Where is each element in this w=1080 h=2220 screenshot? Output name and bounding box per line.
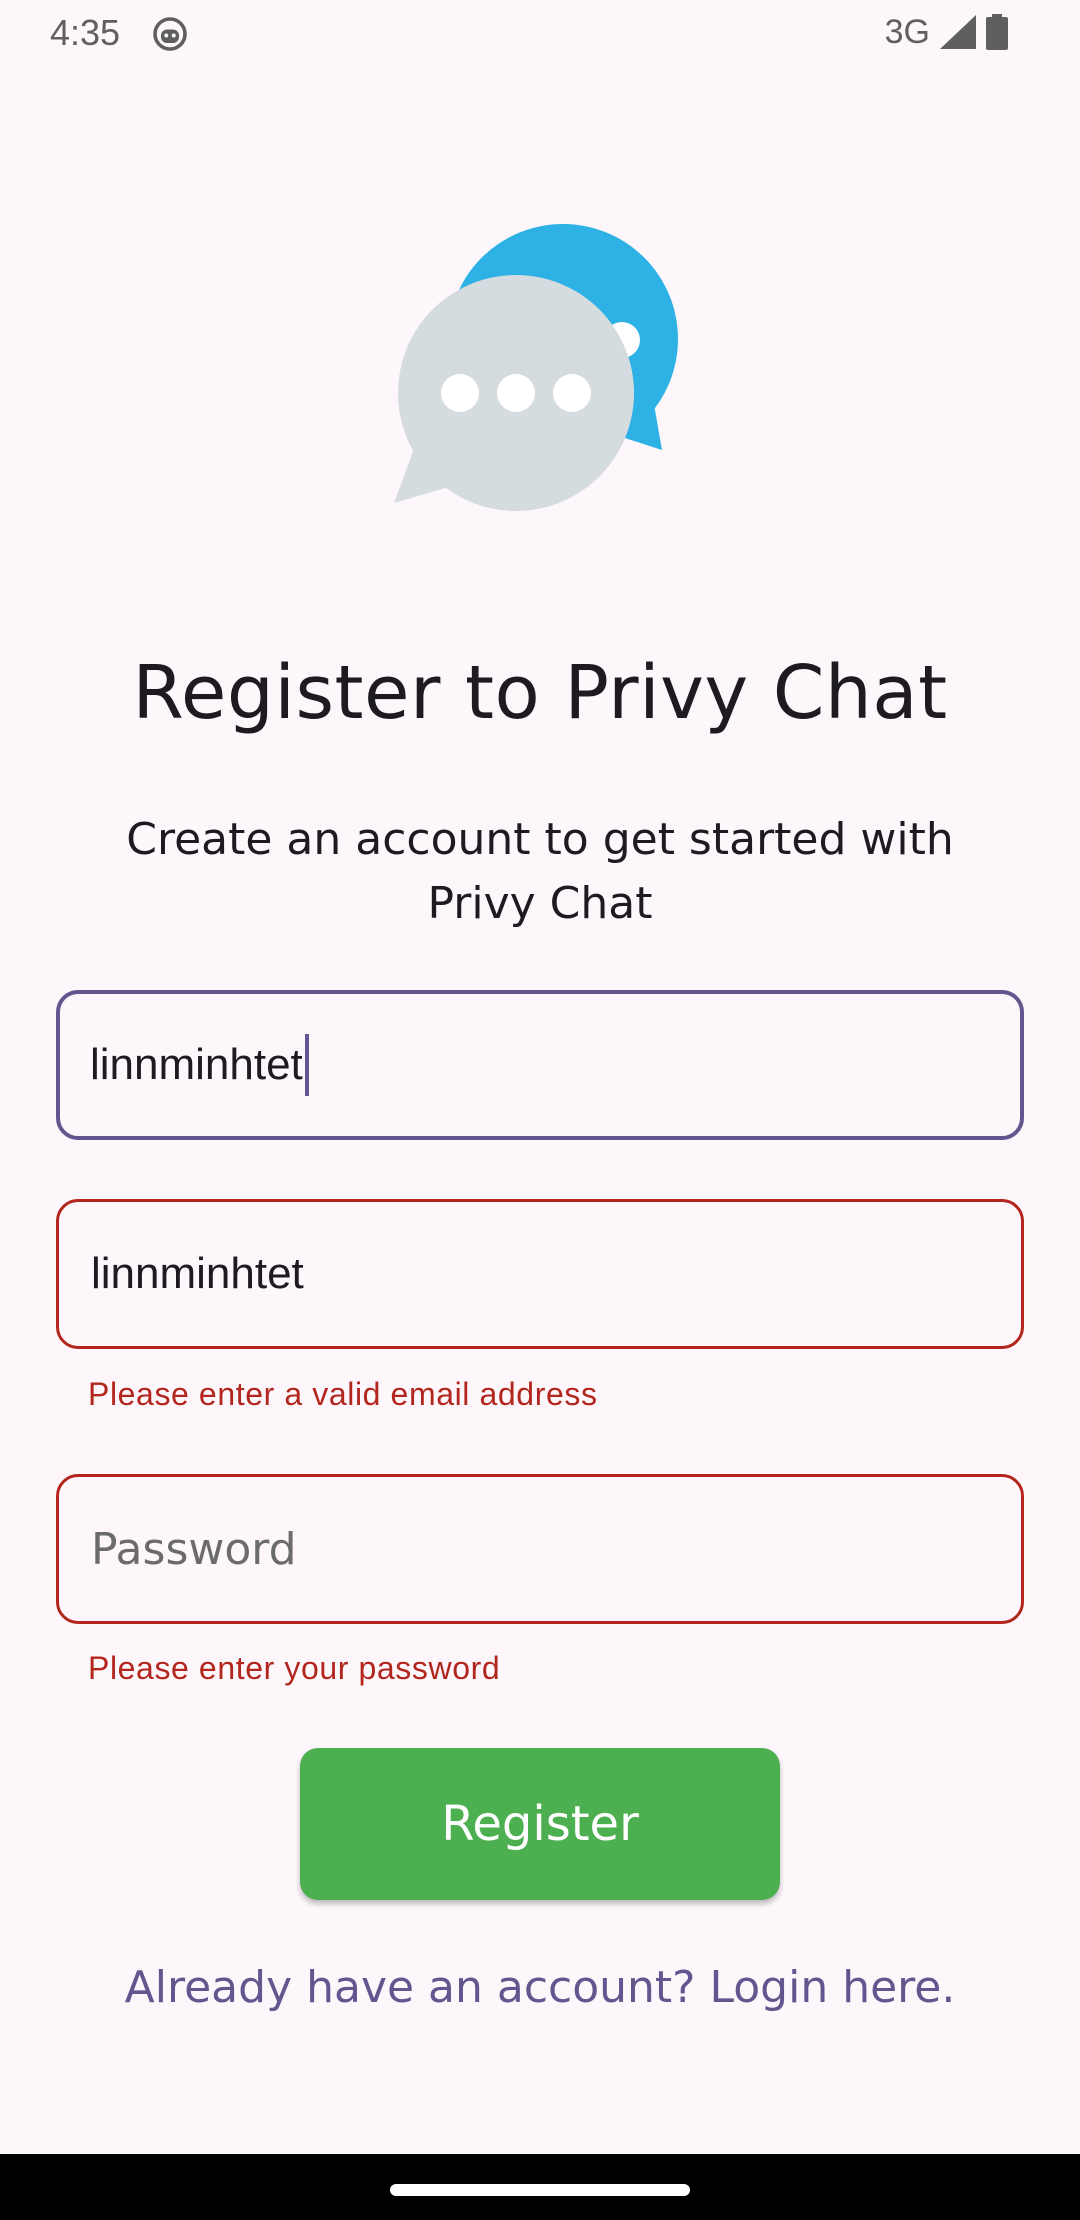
network-type: 3G <box>884 12 930 51</box>
chat-bubbles-icon <box>394 224 678 511</box>
login-link[interactable]: Already have an account? Login here. <box>0 1962 1080 2013</box>
password-placeholder: Password <box>91 1523 297 1575</box>
text-caret <box>304 1034 309 1096</box>
password-field[interactable]: Password <box>56 1474 1024 1624</box>
email-value: linnminhtet <box>91 1249 304 1298</box>
battery-icon <box>986 14 1008 50</box>
robot-icon <box>153 17 187 51</box>
status-right: 3G <box>885 12 1008 52</box>
status-bar: 4:35 3G <box>0 0 1080 66</box>
signal-icon <box>940 15 976 49</box>
home-handle[interactable] <box>390 2184 690 2196</box>
email-field[interactable]: linnminhtet <box>56 1199 1024 1349</box>
navigation-bar <box>0 2154 1080 2220</box>
email-input[interactable]: linnminhtet <box>91 1202 304 1346</box>
page-subtitle: Create an account to get started with Pr… <box>126 814 954 929</box>
page-title: Register to Privy Chat <box>132 650 948 736</box>
email-error: Please enter a valid email address <box>88 1376 598 1412</box>
username-field[interactable]: linnminhtet <box>56 990 1024 1140</box>
password-input[interactable]: Password <box>91 1477 297 1621</box>
username-value: linnminhtet <box>90 1040 303 1089</box>
password-error: Please enter your password <box>88 1650 501 1686</box>
username-input[interactable]: linnminhtet <box>90 994 309 1136</box>
status-time: 4:35 <box>50 12 121 53</box>
register-button[interactable]: Register <box>300 1748 780 1900</box>
